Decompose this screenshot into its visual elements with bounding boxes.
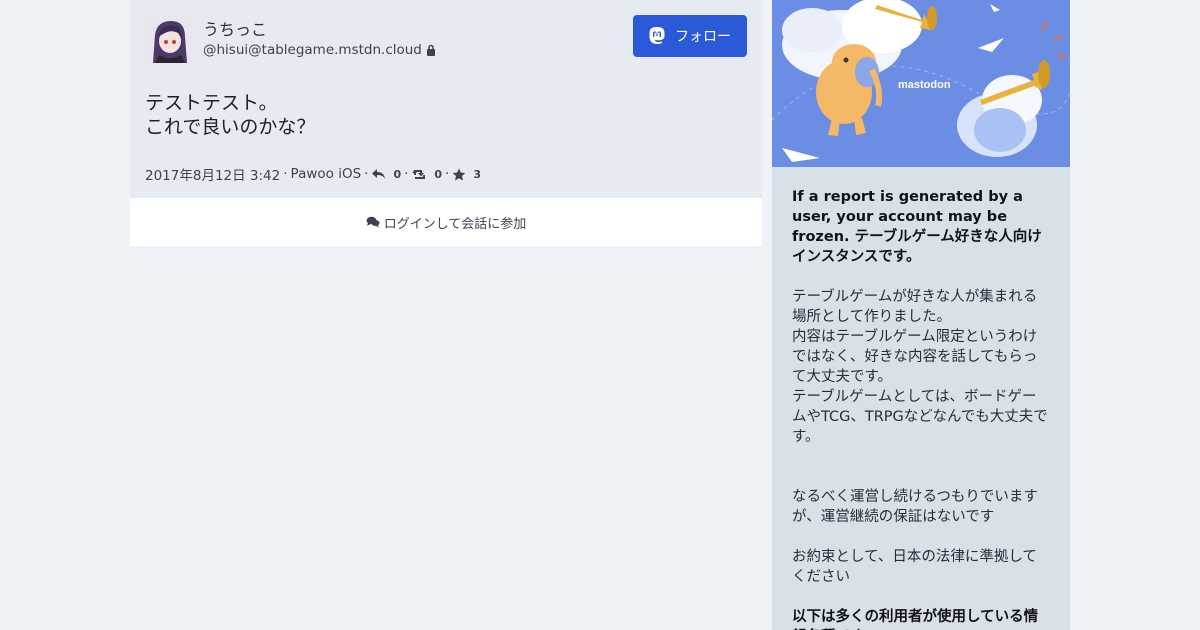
follow-button[interactable]: フォロー — [633, 15, 747, 57]
hero-graphic: mastodon — [772, 0, 1070, 167]
account-handle-text: @hisui@tablegame.mstdn.cloud — [203, 42, 422, 58]
favourite-count: 3 — [473, 167, 481, 181]
lock-icon — [426, 44, 435, 56]
star-icon — [452, 168, 466, 180]
about-paragraph: なるべく運営し続けるつもりでいますが、運営継続の保証はないです — [792, 489, 1038, 525]
comments-icon — [366, 216, 380, 228]
hero-brand-text: mastodon — [898, 79, 951, 91]
status-content: テストテスト。 これで良いのかな？ — [145, 91, 315, 139]
meta-separator: · — [404, 166, 409, 182]
display-name[interactable]: うちっこ — [203, 16, 267, 40]
boost-icon — [412, 170, 426, 179]
avatar-image — [145, 15, 193, 63]
about-heading: If a report is generated by a user, your… — [792, 189, 1042, 265]
status-date-link[interactable]: 2017年8月12日 3:42 — [145, 164, 280, 184]
sidebar: mastodon If a report is generated by a u… — [772, 0, 1070, 630]
about-heading-2: 以下は多くの利用者が使用している情報各種です。 — [792, 609, 1039, 630]
mastodon-icon — [649, 27, 665, 44]
login-to-join-link[interactable]: ログインして会話に参加 — [130, 198, 762, 246]
login-to-join-label: ログインして会話に参加 — [383, 216, 527, 232]
avatar[interactable] — [145, 15, 193, 63]
account-handle: @hisui@tablegame.mstdn.cloud — [203, 42, 436, 58]
meta-separator: · — [445, 166, 450, 182]
status-content-line: テストテスト。 — [145, 92, 278, 114]
meta-separator: · — [283, 166, 288, 182]
instance-description: If a report is generated by a user, your… — [772, 167, 1070, 630]
boost-count: 0 — [434, 167, 443, 181]
meta-separator: · — [364, 166, 369, 182]
reply-count: 0 — [393, 167, 402, 181]
follow-button-label: フォロー — [675, 29, 731, 45]
status-card: うちっこ @hisui@tablegame.mstdn.cloud フォロー テ… — [130, 0, 762, 198]
status-meta: 2017年8月12日 3:42 · Pawoo iOS · 0 · 0 · 3 — [145, 164, 481, 184]
about-paragraph: お約束として、日本の法律に準拠してください — [792, 549, 1037, 585]
about-paragraph: テーブルゲームが好きな人が集まれる場所として作りました。 内容はテーブルゲーム限… — [792, 289, 1048, 445]
hero-illustration: mastodon — [772, 0, 1070, 167]
status-application: Pawoo iOS — [290, 166, 362, 182]
status-content-line: これで良いのかな？ — [145, 116, 316, 138]
reply-icon — [372, 169, 386, 179]
